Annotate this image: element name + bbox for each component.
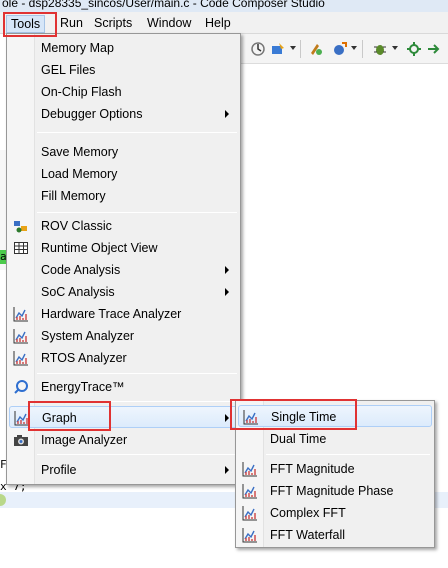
rov-classic-icon	[14, 221, 27, 233]
menu-item-fft-magnitude-phase[interactable]: FFT Magnitude Phase	[238, 480, 432, 502]
annotation-box-single-time	[230, 399, 357, 430]
menu-item-label: SoC Analysis	[41, 285, 115, 299]
menu-item-label: On-Chip Flash	[41, 85, 122, 99]
menu-separator	[37, 454, 237, 455]
menu-item-on-chip-flash[interactable]: On-Chip Flash	[9, 81, 238, 103]
graph-icon	[242, 506, 257, 521]
menu-item-fft-waterfall[interactable]: FFT Waterfall	[238, 524, 432, 546]
menu-separator	[266, 454, 430, 455]
menu-item-code-analysis[interactable]: Code Analysis	[9, 259, 238, 281]
menu-item-label: System Analyzer	[41, 329, 135, 343]
menu-item-energytrace[interactable]: EnergyTrace™	[9, 376, 238, 398]
energytrace-icon	[14, 380, 28, 394]
menu-item-label: EnergyTrace™	[41, 380, 125, 394]
menu-item-label: Load Memory	[41, 167, 118, 181]
chevron-down-icon[interactable]	[392, 46, 398, 50]
chevron-right-icon	[225, 288, 229, 296]
menu-bar: Tools Run Scripts Window Help	[0, 12, 448, 34]
build-icon[interactable]	[308, 41, 324, 57]
toolbar	[240, 34, 448, 64]
chevron-right-icon	[225, 110, 229, 118]
menu-item-label: FFT Waterfall	[270, 528, 346, 542]
toolbar-divider	[362, 40, 363, 58]
camera-icon	[14, 435, 28, 446]
menu-separator	[37, 373, 237, 374]
menu-item-label: FFT Magnitude Phase	[270, 484, 394, 498]
chart-icon	[13, 307, 28, 322]
grid-icon	[14, 242, 28, 254]
menu-item-soc-analysis[interactable]: SoC Analysis	[9, 281, 238, 303]
menu-item-gel-files[interactable]: GEL Files	[9, 59, 238, 81]
menu-item-debugger-options[interactable]: Debugger Options	[9, 103, 238, 125]
menu-item-label: Profile	[41, 463, 77, 477]
chevron-down-icon[interactable]	[290, 46, 296, 50]
menu-item-hardware-trace-analyzer[interactable]: Hardware Trace Analyzer	[9, 303, 238, 325]
debug-bug-icon[interactable]	[372, 41, 388, 57]
annotation-box-tools	[3, 12, 57, 37]
menu-item-label: Runtime Object View	[41, 241, 158, 255]
reset-cpu-icon[interactable]	[250, 41, 266, 57]
menu-help[interactable]: Help	[201, 15, 235, 33]
menu-item-runtime-object-view[interactable]: Runtime Object View	[9, 237, 238, 259]
menu-item-memory-map[interactable]: Memory Map	[9, 37, 238, 59]
menu-item-rtos-analyzer[interactable]: RTOS Analyzer	[9, 347, 238, 369]
window-title: ole - dsp28335_sincos/User/main.c - Code…	[2, 0, 325, 10]
graph-icon	[242, 462, 257, 477]
chevron-down-icon[interactable]	[351, 46, 357, 50]
chevron-right-icon	[225, 266, 229, 274]
toolbar-divider	[300, 40, 301, 58]
menu-item-label: FFT Magnitude	[270, 462, 355, 476]
chevron-right-icon	[225, 466, 229, 474]
menu-scripts[interactable]: Scripts	[90, 15, 136, 33]
menu-item-profile[interactable]: Profile	[9, 459, 238, 481]
menu-window[interactable]: Window	[143, 15, 195, 33]
menu-item-complex-fft[interactable]: Complex FFT	[238, 502, 432, 524]
load-program-icon[interactable]	[332, 41, 348, 57]
menu-item-label: Image Analyzer	[41, 433, 128, 447]
menu-item-dual-time[interactable]: Dual Time	[238, 428, 432, 450]
menu-item-image-analyzer[interactable]: Image Analyzer	[9, 429, 238, 451]
chart-icon	[13, 329, 28, 344]
annotation-box-graph	[28, 401, 111, 431]
menu-item-fft-magnitude[interactable]: FFT Magnitude	[238, 458, 432, 480]
menu-item-load-memory[interactable]: Load Memory	[9, 163, 238, 185]
menu-item-label: Hardware Trace Analyzer	[41, 307, 182, 321]
menu-item-rov-classic[interactable]: ROV Classic	[9, 215, 238, 237]
menu-run[interactable]: Run	[56, 15, 87, 33]
menu-item-label: Code Analysis	[41, 263, 121, 277]
menu-item-label: Debugger Options	[41, 107, 143, 121]
menu-item-system-analyzer[interactable]: System Analyzer	[9, 325, 238, 347]
menu-item-label: Fill Memory	[41, 189, 106, 203]
chart-icon	[13, 351, 28, 366]
menu-item-label: Dual Time	[270, 432, 327, 446]
menu-item-label: GEL Files	[41, 63, 96, 77]
menu-separator	[37, 132, 237, 133]
graph-icon	[242, 484, 257, 499]
window-title-bar: ole - dsp28335_sincos/User/main.c - Code…	[0, 0, 448, 12]
debug-target-icon[interactable]	[270, 41, 286, 57]
graph-icon	[242, 528, 257, 543]
menu-item-fill-memory[interactable]: Fill Memory	[9, 185, 238, 207]
menu-item-label: RTOS Analyzer	[41, 351, 127, 365]
arrow-right-icon[interactable]	[426, 41, 442, 57]
menu-item-label: ROV Classic	[41, 219, 112, 233]
menu-item-label: Complex FFT	[270, 506, 346, 520]
menu-separator	[37, 212, 237, 213]
chevron-right-icon	[225, 414, 229, 422]
menu-item-label: Save Memory	[41, 145, 119, 159]
menu-item-save-memory[interactable]: Save Memory	[9, 141, 238, 163]
gear-icon[interactable]	[406, 41, 422, 57]
menu-item-label: Memory Map	[41, 41, 114, 55]
